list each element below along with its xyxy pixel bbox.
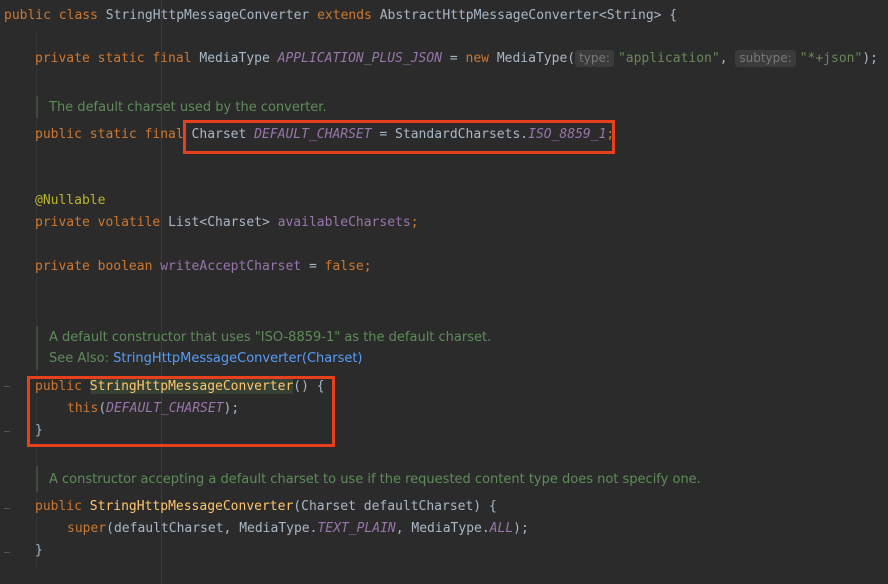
keyword: public [4, 8, 51, 23]
doc-comment-default-charset[interactable]: The default charset used by the converte… [49, 98, 327, 118]
call-arguments: (defaultCharset, MediaType. [106, 521, 318, 536]
modifiers: private volatile [35, 215, 161, 230]
closing-brace: } [35, 543, 43, 558]
statement-end: ); [862, 51, 878, 66]
field-type[interactable]: List<Charset> [168, 215, 270, 230]
modifiers: public static final [35, 127, 184, 142]
doc-comment-see-also[interactable]: See Also: StringHttpMessageConverter(Cha… [49, 349, 363, 369]
constructor-charset-close-line[interactable]: } [35, 540, 43, 562]
constructor-charset-line[interactable]: public StringHttpMessageConverter(Charse… [35, 496, 497, 518]
call-arguments: , MediaType. [395, 521, 490, 536]
parent-class[interactable]: AbstractHttpMessageConverter<String> [380, 8, 662, 23]
string-literal: "application" [617, 51, 720, 66]
field-name[interactable]: availableCharsets [278, 215, 411, 230]
doc-comment-charset-constructor[interactable]: A constructor accepting a default charse… [49, 470, 701, 490]
see-also-link[interactable]: StringHttpMessageConverter(Charset) [113, 351, 362, 366]
gutter-fold-marker[interactable] [4, 552, 10, 553]
boolean-literal: false [324, 259, 364, 274]
constructor-charset-body-line[interactable]: super(defaultCharset, MediaType.TEXT_PLA… [67, 518, 529, 540]
see-also-label: See Also: [49, 351, 114, 366]
constructor-name[interactable]: StringHttpMessageConverter [90, 499, 294, 514]
keyword: class [58, 8, 98, 23]
constant-reference[interactable]: ALL [490, 521, 513, 536]
doc-comment-default-constructor[interactable]: A default constructor that uses "ISO-885… [49, 328, 491, 348]
string-literal: "*+json" [799, 51, 863, 66]
constructor-signature: (Charset defaultCharset) { [293, 499, 497, 514]
keyword: super [67, 521, 107, 536]
highlight-box-default-constructor [27, 376, 335, 447]
statement-end: ); [513, 521, 529, 536]
brace: { [661, 8, 678, 23]
doc-comment-bar [36, 96, 38, 118]
keyword: extends [317, 8, 372, 23]
doc-comment-bar [36, 326, 38, 370]
field-type[interactable]: MediaType [199, 51, 269, 66]
constructor-call[interactable]: MediaType( [489, 51, 575, 66]
code-editor[interactable]: public class StringHttpMessageConverter … [0, 0, 888, 584]
class-declaration-line[interactable]: public class StringHttpMessageConverter … [4, 5, 677, 27]
keyword: new [465, 51, 489, 66]
annotation[interactable]: @Nullable [35, 193, 105, 208]
field-application-plus-json-line[interactable]: private static final MediaType APPLICATI… [35, 48, 878, 70]
gutter-fold-marker[interactable] [4, 386, 10, 387]
field-write-accept-charset-line[interactable]: private boolean writeAcceptCharset = fal… [35, 256, 372, 278]
nullable-annotation-line[interactable]: @Nullable [35, 190, 105, 212]
doc-comment-bar [36, 466, 38, 492]
gutter-fold-marker[interactable] [4, 431, 10, 432]
modifiers: private boolean [35, 259, 153, 274]
modifiers: private static final [35, 51, 192, 66]
field-name[interactable]: writeAcceptCharset [160, 259, 301, 274]
keyword: public [35, 499, 82, 514]
constant-reference[interactable]: TEXT_PLAIN [317, 521, 395, 536]
comma: , [719, 51, 728, 66]
highlight-box-default-charset [183, 120, 615, 154]
operator: = [301, 259, 325, 274]
param-hint-type: type: [575, 50, 614, 67]
operator: = [442, 51, 466, 66]
field-name[interactable]: APPLICATION_PLUS_JSON [278, 51, 442, 66]
gutter-fold-marker[interactable] [4, 508, 10, 509]
class-name[interactable]: StringHttpMessageConverter [106, 8, 310, 23]
statement-end: ; [363, 259, 372, 274]
statement-end: ; [410, 215, 419, 230]
param-hint-subtype: subtype: [735, 50, 796, 67]
field-available-charsets-line[interactable]: private volatile List<Charset> available… [35, 212, 419, 234]
